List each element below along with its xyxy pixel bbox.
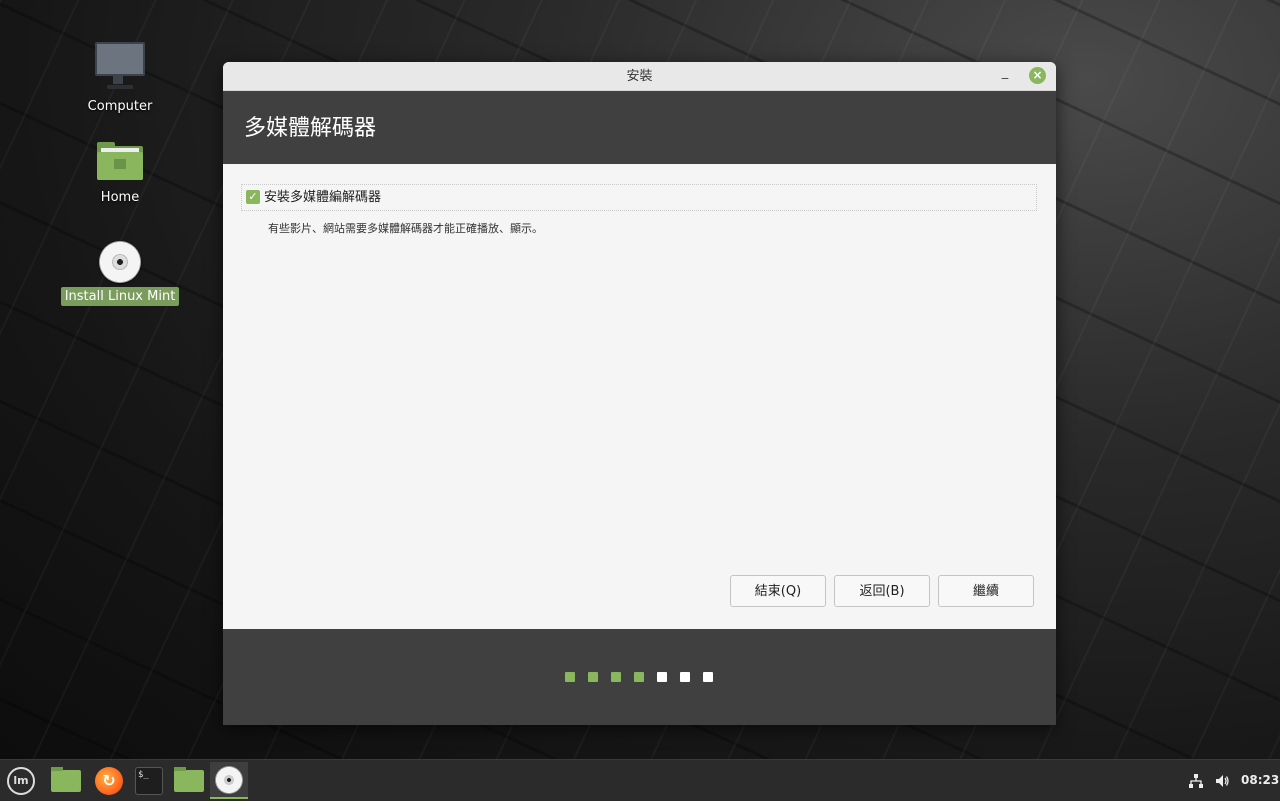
- progress-step-dot: [680, 672, 690, 682]
- firefox-icon: ↻: [95, 766, 123, 795]
- clock[interactable]: 08:23: [1241, 760, 1279, 801]
- disc-icon: [99, 241, 141, 283]
- minimize-icon[interactable]: _: [998, 66, 1012, 82]
- desktop-icon-home[interactable]: Home: [60, 142, 180, 207]
- disc-icon: [215, 765, 243, 794]
- install-codecs-label: 安裝多媒體編解碼器: [264, 190, 382, 205]
- desktop-icon-label: Home: [100, 190, 140, 205]
- desktop-icon-label: Install Linux Mint: [60, 287, 180, 306]
- install-codecs-checkbox[interactable]: ✓: [246, 190, 260, 204]
- content-area: ✓ 安裝多媒體編解碼器 有些影片、網站需要多媒體解碼器才能正確播放、顯示。 結束…: [223, 164, 1056, 629]
- folder-icon: [174, 766, 204, 792]
- window-titlebar[interactable]: 安裝 _ ×: [223, 62, 1056, 91]
- progress-step-dot: [634, 672, 644, 682]
- back-button[interactable]: 返回(B): [834, 575, 930, 607]
- computer-icon: [95, 42, 145, 84]
- linux-mint-logo-icon: lm: [7, 766, 35, 795]
- option-description: 有些影片、網站需要多媒體解碼器才能正確播放、顯示。: [268, 222, 543, 235]
- volume-icon[interactable]: [1214, 760, 1230, 801]
- installer-window: 安裝 _ × 多媒體解碼器 ✓ 安裝多媒體編解碼器 有些影片、網站需要多媒體解碼…: [223, 62, 1056, 725]
- desktop-icon-label: Computer: [87, 99, 153, 114]
- desktop-icon-computer[interactable]: Computer: [60, 42, 180, 116]
- page-title: 多媒體解碼器: [223, 91, 1056, 164]
- progress-step-dot: [565, 672, 575, 682]
- progress-step-dot: [611, 672, 621, 682]
- network-icon[interactable]: [1188, 760, 1204, 801]
- installer-footer: [223, 629, 1056, 725]
- install-codecs-option[interactable]: ✓ 安裝多媒體編解碼器: [241, 184, 1037, 211]
- installer-task-button[interactable]: [210, 762, 248, 799]
- progress-step-dot: [588, 672, 598, 682]
- terminal-icon: $_: [135, 766, 163, 795]
- quit-button[interactable]: 結束(Q): [730, 575, 826, 607]
- terminal-launcher[interactable]: $_: [130, 762, 168, 799]
- show-desktop-icon: [51, 766, 81, 792]
- window-title: 安裝: [626, 69, 653, 84]
- progress-step-dot: [657, 672, 667, 682]
- show-desktop-button[interactable]: [47, 762, 85, 799]
- continue-button[interactable]: 繼續: [938, 575, 1034, 607]
- progress-steps: [565, 672, 713, 682]
- desktop-icon-install-linux-mint[interactable]: Install Linux Mint: [60, 241, 180, 306]
- firefox-launcher[interactable]: ↻: [90, 762, 128, 799]
- home-folder-icon: [97, 142, 143, 180]
- taskbar: lm ↻ $_ 08:23: [0, 759, 1280, 801]
- close-icon[interactable]: ×: [1029, 67, 1046, 84]
- progress-step-dot: [703, 672, 713, 682]
- files-launcher[interactable]: [170, 762, 208, 799]
- menu-button[interactable]: lm: [2, 762, 40, 799]
